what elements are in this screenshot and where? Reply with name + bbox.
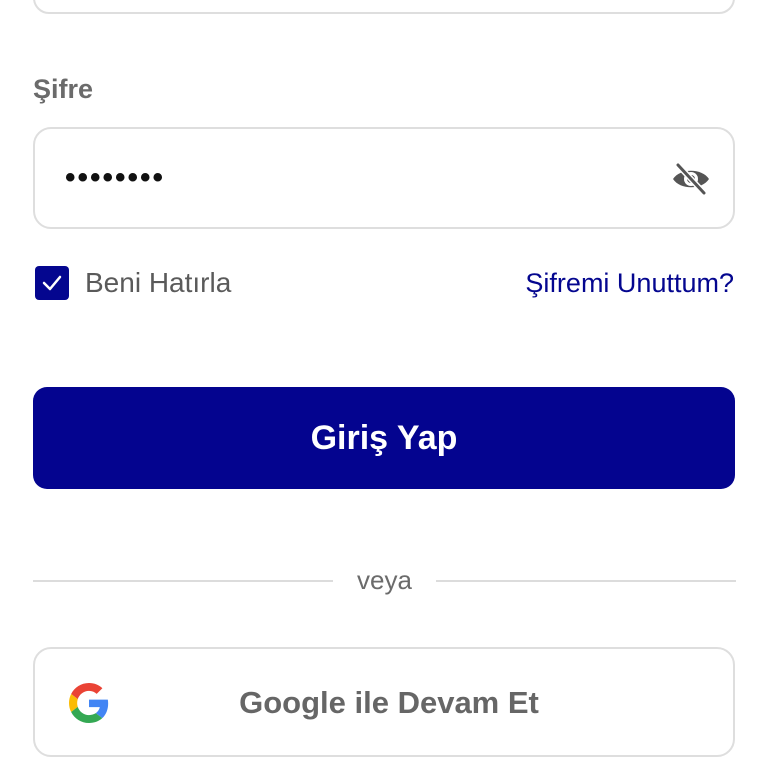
previous-input-field[interactable] [33,0,735,14]
login-button[interactable]: Giriş Yap [33,387,735,489]
remember-me-checkbox[interactable]: Beni Hatırla [35,266,231,300]
password-field[interactable]: •••••••• [33,127,735,229]
google-signin-button[interactable]: Google ile Devam Et [33,647,735,757]
eye-off-icon[interactable] [671,161,711,197]
password-label: Şifre [33,74,94,104]
divider-line-right [436,580,736,582]
divider-line-left [33,580,333,582]
remember-me-label: Beni Hatırla [85,267,232,298]
password-value: •••••••• [65,161,166,194]
check-icon[interactable] [35,266,69,300]
google-button-label: Google ile Devam Et [239,685,539,720]
divider-text: veya [357,565,412,595]
forgot-password-link[interactable]: Şifremi Unuttum? [525,268,734,299]
